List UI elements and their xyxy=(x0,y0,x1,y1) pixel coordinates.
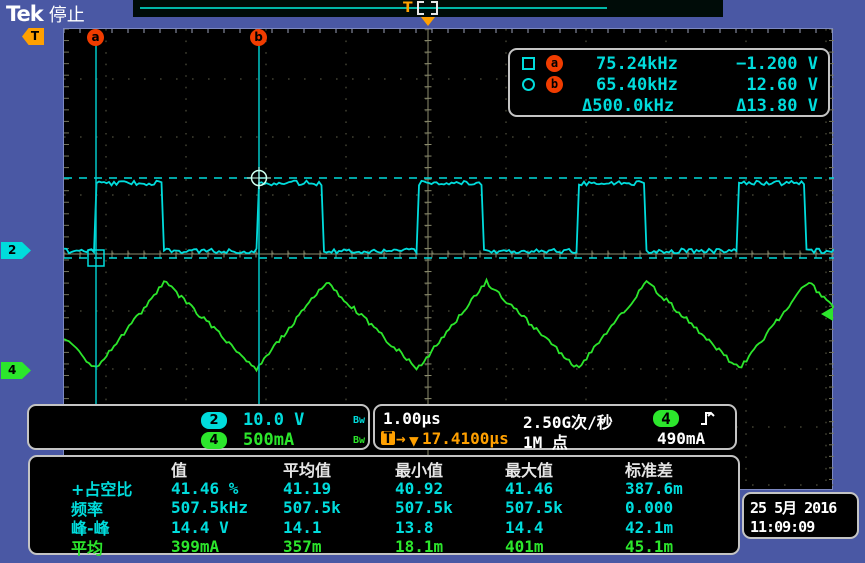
measurement-table: 值 平均值 最小值 最大值 标准差 2 +占空比 41.46 % 41.19 4… xyxy=(28,455,740,555)
channel-4-badge[interactable]: 4 xyxy=(201,432,227,449)
cursor-a-frequency: 75.24kHz xyxy=(570,54,716,74)
trigger-level-value[interactable]: 490mA xyxy=(657,429,705,448)
date-label: 25 5月 2016 xyxy=(750,497,857,518)
measurement-std: 42.1m xyxy=(625,518,738,538)
timebase-scale[interactable]: 1.00μs xyxy=(383,409,441,428)
channel-2-scale[interactable]: 2 10.0 V Bw xyxy=(201,410,365,430)
trigger-level-arrow[interactable] xyxy=(821,307,833,321)
record-line xyxy=(140,7,607,9)
rising-edge-icon xyxy=(699,409,715,427)
measurement-mean: 14.1 xyxy=(283,518,395,538)
measurement-mean: 357m xyxy=(283,537,395,557)
header: Tek 停止 xyxy=(6,1,85,27)
trigger-row: T → ▼ 17.4100μs 1M 点 490mA xyxy=(375,429,735,450)
measurement-mean: 507.5k xyxy=(283,498,395,518)
channel-2-badge: 2 xyxy=(38,519,64,535)
oscilloscope-screen: Tek 停止 T T a b 2 4 a 75.24kHz −1.200 V b … xyxy=(0,0,865,563)
measure-header-std: 标准差 xyxy=(625,459,738,479)
measurement-std: 387.6m xyxy=(625,479,738,499)
trigger-marker-icon: ▼ xyxy=(409,431,419,450)
bandwidth-limit-icon: Bw xyxy=(353,415,365,426)
measure-header-value: 值 xyxy=(171,459,283,479)
cursor-b-readout: b 65.40kHz 12.60 V xyxy=(522,74,818,95)
trigger-source-badge[interactable]: 4 xyxy=(653,410,679,427)
channel-scales-box: 2 10.0 V Bw 4 500mA Bw xyxy=(27,404,370,450)
measurement-name: 平均 xyxy=(71,535,103,559)
measure-header-min: 最小值 xyxy=(395,459,505,479)
time-label: 11:09:09 xyxy=(750,518,857,536)
measurement-min: 40.92 xyxy=(395,479,505,499)
cursor-b-frequency: 65.40kHz xyxy=(570,75,716,95)
acquisition-status: 停止 xyxy=(49,5,85,26)
measurement-max: 14.4 xyxy=(505,518,625,538)
timebase-trigger-box: 1.00μs 2.50G次/秒 4 T → ▼ 17.4100μs 1M 点 4… xyxy=(373,404,737,450)
window-bracket-right-icon[interactable] xyxy=(431,1,438,15)
measurement-max: 41.46 xyxy=(505,479,625,499)
measurement-mean: 41.19 xyxy=(283,479,395,499)
measurement-row[interactable]: 2 峰-峰 xyxy=(38,518,171,538)
measurement-value: 399mA xyxy=(171,537,283,557)
cursor-a-badge[interactable]: a xyxy=(87,29,104,46)
cursor-delta-readout: Δ500.0kHz Δ13.80 V xyxy=(522,95,818,116)
channel-2-volts-per-div: 10.0 V xyxy=(243,410,339,430)
measurement-std: 0.000 xyxy=(625,498,738,518)
channel-4-badge: 4 xyxy=(38,539,64,555)
measurement-row[interactable]: 2 +占空比 xyxy=(38,479,171,499)
square-marker-icon xyxy=(522,57,535,70)
datetime-box: 25 5月 2016 11:09:09 xyxy=(742,492,859,539)
record-view-bar[interactable]: T xyxy=(133,0,723,17)
delta-frequency: Δ500.0kHz xyxy=(570,96,716,116)
trigger-t-badge[interactable]: T xyxy=(22,28,44,45)
channel-4-position-marker[interactable]: 4 xyxy=(1,362,31,379)
measurement-min: 18.1m xyxy=(395,537,505,557)
cursor-readout-box: a 75.24kHz −1.200 V b 65.40kHz 12.60 V Δ… xyxy=(508,48,830,117)
cursor-b-badge-small: b xyxy=(546,76,563,93)
measurement-value: 507.5kHz xyxy=(171,498,283,518)
measurement-max: 401m xyxy=(505,537,625,557)
circle-marker-icon xyxy=(522,78,535,91)
measurement-min: 13.8 xyxy=(395,518,505,538)
measurement-value: 41.46 % xyxy=(171,479,283,499)
cursor-a-level: −1.200 V xyxy=(716,54,818,74)
bandwidth-limit-icon: Bw xyxy=(353,435,365,446)
window-bracket-left-icon[interactable] xyxy=(417,1,424,15)
brand-logo: Tek xyxy=(6,2,43,26)
timebase-row: 1.00μs 2.50G次/秒 4 xyxy=(375,409,735,430)
delta-level: Δ13.80 V xyxy=(716,96,818,116)
channel-2-badge: 2 xyxy=(38,500,64,516)
measurement-max: 507.5k xyxy=(505,498,625,518)
channel-4-amps-per-div: 500mA xyxy=(243,430,339,450)
measure-header-mean: 平均值 xyxy=(283,459,395,479)
measurement-value: 14.4 V xyxy=(171,518,283,538)
measure-header-max: 最大值 xyxy=(505,459,625,479)
cursor-b-badge[interactable]: b xyxy=(250,29,267,46)
trigger-position-time[interactable]: 17.4100μs xyxy=(422,429,509,448)
cursor-a-badge-small: a xyxy=(546,55,563,72)
trigger-position-icon[interactable] xyxy=(421,17,435,26)
channel-4-scale[interactable]: 4 500mA Bw xyxy=(201,430,365,450)
record-trigger-t: T xyxy=(403,0,413,16)
measurement-row[interactable]: 4 平均 xyxy=(38,537,171,557)
cursor-b-level: 12.60 V xyxy=(716,75,818,95)
trigger-arrow-icon: → xyxy=(396,429,406,448)
ch4-triangle-waveform xyxy=(64,280,834,371)
measurement-min: 507.5k xyxy=(395,498,505,518)
record-length: 1M 点 xyxy=(523,429,568,453)
trigger-t-icon: T xyxy=(381,431,395,445)
measurement-std: 45.1m xyxy=(625,537,738,557)
ch2-square-waveform xyxy=(64,181,834,254)
channel-2-badge[interactable]: 2 xyxy=(201,412,227,429)
channel-2-position-marker[interactable]: 2 xyxy=(1,242,31,259)
channel-2-badge: 2 xyxy=(38,480,64,496)
cursor-a-readout: a 75.24kHz −1.200 V xyxy=(522,53,818,74)
